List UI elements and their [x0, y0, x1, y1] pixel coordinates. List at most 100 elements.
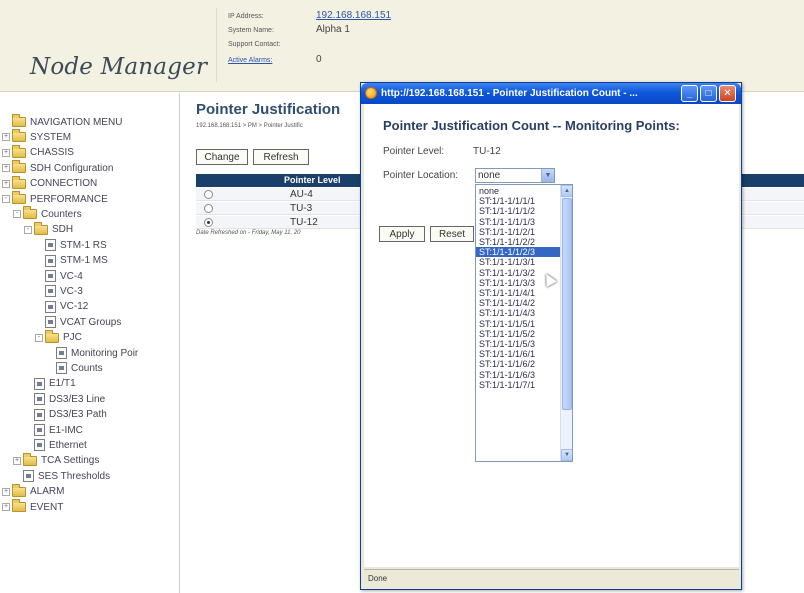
location-option[interactable]: ST:1/1-1/1/4/2	[476, 298, 560, 308]
scrollbar-thumb[interactable]	[562, 198, 572, 410]
change-button[interactable]: Change	[196, 149, 248, 165]
row-radio-button[interactable]	[204, 190, 213, 199]
location-option[interactable]: ST:1/1-1/1/5/2	[476, 329, 560, 339]
expand-icon[interactable]: +	[2, 164, 10, 173]
nav-item[interactable]: VCAT Groups	[35, 315, 121, 329]
nav-item[interactable]: + SDH Configuration	[2, 160, 114, 175]
nav-item[interactable]: - SDH	[24, 221, 73, 237]
popup-titlebar[interactable]: http://192.168.168.151 - Pointer Justifi…	[361, 83, 741, 104]
expand-icon[interactable]: +	[2, 133, 10, 142]
collapse-icon[interactable]: -	[35, 333, 43, 342]
location-option[interactable]: ST:1/1-1/1/2/2	[476, 237, 560, 247]
location-option[interactable]: ST:1/1-1/1/1/2	[476, 206, 560, 216]
expand-icon[interactable]: +	[2, 487, 10, 496]
pointer-location-select[interactable]: none ▼	[475, 168, 555, 183]
scroll-up-icon[interactable]: ▲	[561, 185, 572, 197]
collapse-icon[interactable]: -	[2, 195, 10, 203]
app-header: Node Manager IP Address: 192.168.168.151…	[0, 0, 804, 92]
nav-item-label: VC-12	[60, 301, 89, 313]
doc-icon	[45, 239, 56, 252]
location-option[interactable]: ST:1/1-1/1/1/3	[476, 217, 560, 227]
expand-icon[interactable]: +	[2, 503, 10, 511]
row-radio-button[interactable]	[204, 218, 213, 227]
nav-item-label: CONNECTION	[30, 178, 98, 190]
doc-icon	[45, 270, 56, 282]
location-option[interactable]: none	[476, 186, 560, 196]
system-name-label: System Name:	[228, 27, 274, 34]
location-option[interactable]: ST:1/1-1/1/4/1	[476, 288, 560, 298]
location-option[interactable]: ST:1/1-1/1/5/3	[476, 339, 560, 349]
expand-icon[interactable]: +	[13, 456, 21, 465]
support-contact-label: Support Contact:	[228, 41, 281, 48]
refresh-button[interactable]: Refresh	[253, 149, 309, 165]
collapse-icon[interactable]: -	[13, 210, 21, 219]
location-option[interactable]: ST:1/1-1/1/2/1	[476, 227, 560, 237]
nav-item[interactable]: NAVIGATION MENU	[2, 114, 122, 129]
nav-item[interactable]: DS3/E3 Path	[24, 408, 107, 422]
ip-address-label: IP Address:	[228, 13, 264, 20]
pointer-location-options[interactable]: none ST:1/1-1/1/1/1 ST:1/1-1/1/1/2 ST:1/1-1…	[475, 184, 573, 462]
close-icon[interactable]: ✕	[719, 85, 736, 102]
nav-item[interactable]: E1-IMC	[24, 423, 83, 437]
folder-icon	[12, 160, 26, 174]
list-scrollbar[interactable]: ▲ ▼	[560, 185, 572, 461]
folder-icon	[23, 206, 37, 220]
page-title: Pointer Justification	[196, 101, 341, 118]
nav-item[interactable]: VC-4	[35, 269, 83, 283]
nav-item[interactable]: + CONNECTION	[2, 175, 98, 191]
nav-item[interactable]: Ethernet	[24, 438, 87, 452]
doc-icon	[56, 362, 67, 375]
nav-item[interactable]: VC-3	[35, 284, 83, 298]
folder-icon	[45, 329, 59, 343]
nav-item[interactable]: - PJC	[35, 329, 82, 345]
active-alarms-link[interactable]: Active Alarms:	[228, 57, 272, 64]
nav-item[interactable]: SES Thresholds	[13, 469, 110, 483]
apply-button[interactable]: Apply	[379, 226, 425, 242]
popup-heading: Pointer Justification Count -- Monitorin…	[383, 118, 680, 133]
nav-item[interactable]: Monitoring Poir	[46, 346, 138, 360]
expand-icon[interactable]: +	[2, 179, 10, 188]
nav-item[interactable]: + SYSTEM	[2, 129, 71, 144]
nav-item[interactable]: - PERFORMANCE	[2, 191, 108, 206]
popup-body: Pointer Justification Count -- Monitorin…	[364, 104, 739, 567]
location-option[interactable]: ST:1/1-1/1/6/1	[476, 349, 560, 359]
collapse-icon[interactable]: -	[24, 225, 32, 234]
nav-item-label: VCAT Groups	[60, 316, 122, 328]
doc-icon	[23, 470, 34, 483]
nav-item-label: Monitoring Poir	[71, 347, 139, 359]
doc-icon	[34, 424, 45, 436]
nav-item[interactable]: Counts	[46, 361, 103, 375]
location-option[interactable]: ST:1/1-1/1/4/3	[476, 308, 560, 318]
maximize-icon[interactable]: □	[700, 85, 717, 102]
location-option[interactable]: ST:1/1-1/1/1/1	[476, 196, 560, 206]
nav-item[interactable]: - Counters	[13, 206, 82, 221]
scroll-down-icon[interactable]: ▼	[561, 449, 572, 461]
expand-icon[interactable]: +	[2, 148, 10, 157]
reset-button[interactable]: Reset	[430, 226, 474, 242]
nav-item[interactable]: + CHASSIS	[2, 144, 74, 160]
minimize-icon[interactable]: _	[681, 85, 698, 102]
location-option[interactable]: ST:1/1-1/1/6/3	[476, 370, 560, 380]
location-option[interactable]: ST:1/1-1/1/5/1	[476, 319, 560, 329]
nav-item[interactable]: DS3/E3 Line	[24, 392, 105, 406]
location-option[interactable]: ST:1/1-1/1/3/1	[476, 257, 560, 267]
nav-item[interactable]: + TCA Settings	[13, 452, 99, 468]
nav-item[interactable]: + ALARM	[2, 483, 64, 499]
nav-item[interactable]: STM-1 RS	[35, 238, 107, 252]
nav-item-label: E1/T1	[49, 378, 76, 390]
chevron-down-icon[interactable]: ▼	[541, 169, 554, 182]
nav-item-label: Counts	[71, 362, 103, 374]
nav-item[interactable]: STM-1 MS	[35, 254, 108, 268]
location-option[interactable]: ST:1/1-1/1/7/1	[476, 380, 560, 390]
ip-address-link[interactable]: 192.168.168.151	[316, 10, 391, 21]
nav-item[interactable]: VC-12	[35, 300, 88, 314]
nav-item[interactable]: E1/T1	[24, 377, 76, 391]
location-option[interactable]: ST:1/1-1/1/6/2	[476, 359, 560, 369]
folder-icon	[12, 483, 26, 497]
navigation-tree: NAVIGATION MENU + SYSTEM + CHASSIS + SDH Confi…	[0, 93, 180, 593]
nav-item-label: SDH Configuration	[30, 162, 114, 174]
nav-item[interactable]: + EVENT	[2, 499, 63, 514]
location-option[interactable]: ST:1/1-1/1/2/3	[476, 247, 560, 258]
row-radio-button[interactable]	[204, 204, 213, 213]
folder-icon	[12, 114, 26, 127]
